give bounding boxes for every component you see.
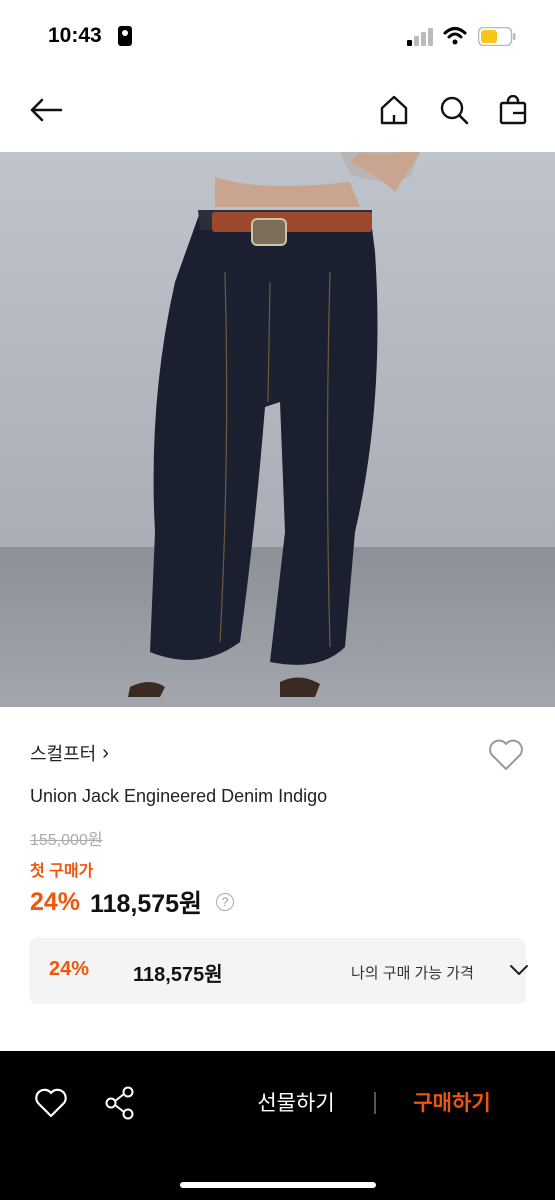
- status-bar: 10:43: [0, 0, 555, 72]
- search-button[interactable]: [436, 92, 472, 128]
- my-price-label: 나의 구매 가능 가격: [351, 965, 474, 982]
- home-button[interactable]: [376, 92, 412, 128]
- help-icon[interactable]: ?: [216, 893, 235, 911]
- top-nav-bar: [0, 80, 555, 140]
- first-purchase-label: 첫 구매가: [30, 863, 94, 880]
- brand-name: 스컬프터: [30, 744, 97, 764]
- signal-icon: [407, 28, 433, 46]
- price-row: 24% 118,575원 ?: [30, 884, 235, 920]
- back-arrow-icon: [30, 98, 63, 122]
- my-price-dropdown[interactable]: 24% 118,575원 나의 구매 가능 가격: [29, 938, 528, 1004]
- home-indicator: [180, 1182, 376, 1188]
- shopping-bag-icon: [499, 95, 527, 125]
- heart-icon[interactable]: [34, 1087, 68, 1119]
- back-button[interactable]: [28, 92, 64, 128]
- home-icon: [380, 95, 408, 125]
- my-price: 118,575원: [133, 964, 223, 986]
- product-name: Union Jack Engineered Denim Indigo: [30, 786, 328, 806]
- buy-button[interactable]: 구매하기: [396, 1087, 508, 1119]
- status-time: 10:43: [48, 24, 102, 47]
- gift-button[interactable]: 선물하기: [240, 1087, 352, 1119]
- brand-link[interactable]: 스컬프터 ›: [30, 740, 109, 766]
- discount-rate: 24%: [30, 887, 81, 916]
- battery-icon: [478, 27, 516, 46]
- cart-button[interactable]: [495, 92, 531, 128]
- product-image[interactable]: [0, 152, 555, 707]
- search-icon: [440, 96, 469, 125]
- sale-price: 118,575원: [90, 890, 203, 918]
- chevron-right-icon: ›: [102, 741, 109, 764]
- id-card-icon: [118, 26, 132, 46]
- my-discount-rate: 24%: [49, 958, 90, 980]
- chevron-down-icon: [510, 965, 528, 975]
- heart-icon[interactable]: [486, 735, 526, 775]
- bottom-action-bar: 선물하기 구매하기: [0, 1051, 555, 1200]
- share-icon[interactable]: [104, 1085, 136, 1121]
- product-photo: [0, 152, 555, 707]
- original-price: 155,000원: [30, 832, 103, 849]
- wifi-icon: [443, 27, 467, 45]
- divider: [374, 1092, 376, 1114]
